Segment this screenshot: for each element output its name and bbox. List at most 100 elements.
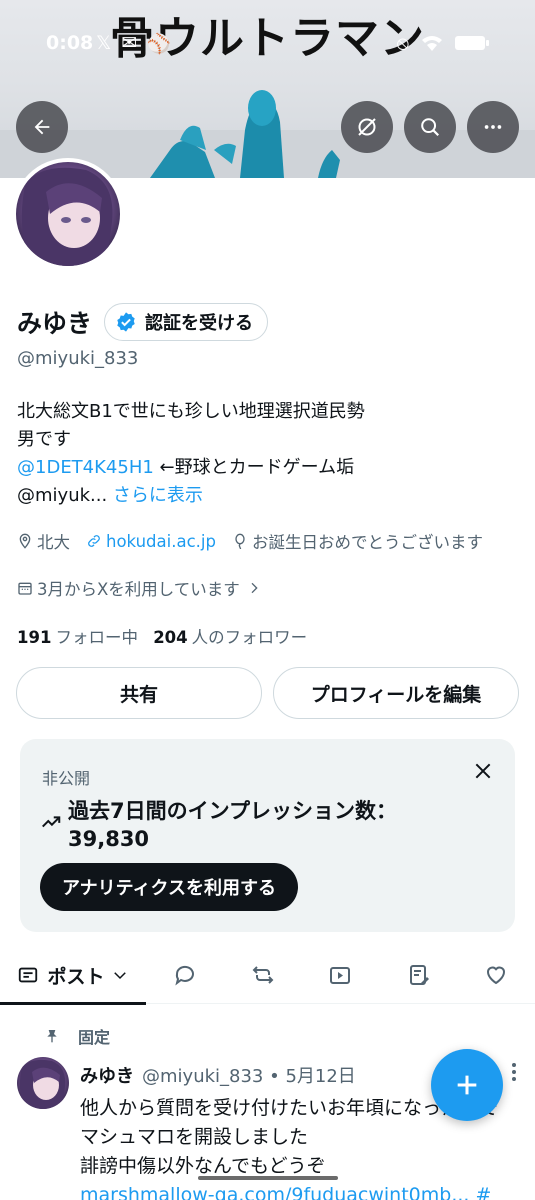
name-row: みゆき 認証を受ける xyxy=(17,303,269,341)
pinned-label: 固定 xyxy=(78,1028,111,1047)
status-notification-icons: 𝕏 ✉ ⚾ xyxy=(96,32,171,55)
get-verified-label: 認証を受ける xyxy=(145,313,254,334)
post-link[interactable]: marshmallow-qa.com/9fuduacwint0mb... # xyxy=(80,1181,520,1200)
birthday-text: お誕生日おめでとうございます xyxy=(251,533,483,552)
close-icon xyxy=(475,763,491,779)
profile-banner[interactable]: 骨ウルトラマン 0:08 𝕏 ✉ ⚾ ⦸ xyxy=(0,0,535,178)
bio-line-1: 北大総文B1で世にも珍しい地理選択道民勢 xyxy=(17,401,365,422)
impressions-summary: 過去7日間のインプレッション数： 39,830 xyxy=(68,797,488,853)
tab-likes[interactable] xyxy=(469,946,523,1004)
chevron-down-icon xyxy=(113,972,126,980)
profile-tabs: ポスト xyxy=(0,946,535,1005)
pinned-indicator: 固定 xyxy=(44,1024,110,1048)
edit-profile-button[interactable]: プロフィールを編集 xyxy=(273,667,519,719)
joined-text: 3月からXを利用しています xyxy=(37,580,240,599)
mail-icon: ✉ xyxy=(121,32,138,54)
repost-icon xyxy=(252,966,274,984)
baseball-icon: ⚾ xyxy=(147,33,171,55)
calendar-icon xyxy=(18,582,32,595)
back-button[interactable] xyxy=(16,101,68,153)
share-button[interactable]: 共有 xyxy=(16,667,262,719)
post-author-avatar[interactable] xyxy=(17,1057,69,1109)
post-author-name[interactable]: みゆき xyxy=(80,1062,134,1088)
avatar-illustration xyxy=(21,167,113,266)
birthday: お誕生日おめでとうございます xyxy=(232,529,483,553)
following-count: 191 xyxy=(17,628,52,647)
balloon-icon xyxy=(235,533,245,549)
display-name: みゆき xyxy=(17,309,93,338)
mute-icon: ⦸ xyxy=(396,32,409,54)
bio-line-4: @miyuk... さらに表示 xyxy=(17,482,517,510)
chevron-right-icon xyxy=(251,582,258,594)
show-more-link[interactable]: さらに表示 xyxy=(113,485,203,506)
post-header: みゆき @miyuki_833 • 5月12日 xyxy=(80,1062,356,1088)
get-verified-button[interactable]: 認証を受ける xyxy=(104,303,269,341)
more-vertical-icon xyxy=(512,1063,516,1081)
profile-handle: @miyuki_833 xyxy=(17,348,139,369)
followers-count: 204 xyxy=(153,628,188,647)
bio-truncated-text: @miyuk... xyxy=(17,485,113,506)
post-line-2: マシュマロを開設しました xyxy=(80,1126,309,1148)
bio-line-2: 男です xyxy=(17,429,71,450)
tab-media[interactable] xyxy=(313,946,367,1004)
impressions-value: 39,830 xyxy=(68,827,150,851)
battery-icon xyxy=(455,36,489,50)
tab-articles[interactable] xyxy=(392,946,446,1004)
status-system-icons: ⦸ xyxy=(397,32,489,54)
followers-label: 人のフォロワー xyxy=(191,628,308,647)
analytics-card: 非公開 過去7日間のインプレッション数： 39,830 アナリティクスを利用する xyxy=(20,739,515,932)
private-label: 非公開 xyxy=(42,769,91,788)
active-tab-indicator xyxy=(0,1002,146,1005)
bio-mention-link[interactable]: @1DET4K45H1 xyxy=(17,457,154,478)
reply-bubble-icon xyxy=(175,965,194,986)
post-more-button[interactable] xyxy=(511,1062,517,1086)
tab-reposts[interactable] xyxy=(236,946,290,1004)
home-indicator[interactable] xyxy=(198,1176,338,1180)
tab-replies[interactable] xyxy=(158,946,212,1004)
compose-post-button[interactable] xyxy=(431,1049,503,1121)
more-options-button[interactable] xyxy=(467,101,519,153)
edit-profile-label: プロフィールを編集 xyxy=(310,683,482,706)
close-card-button[interactable] xyxy=(473,761,493,785)
location-text: 北大 xyxy=(37,533,70,552)
website-link[interactable]: hokudai.ac.jp xyxy=(106,532,216,551)
tab-posts-label: ポスト xyxy=(47,965,105,988)
video-play-icon xyxy=(330,967,350,984)
tab-posts[interactable]: ポスト xyxy=(0,946,146,1005)
article-edit-icon xyxy=(410,965,429,985)
grok-button[interactable] xyxy=(341,101,393,153)
followers-link[interactable]: 204 人のフォロワー xyxy=(153,628,307,647)
heart-icon xyxy=(486,966,506,985)
profile-avatar[interactable] xyxy=(12,158,124,270)
location-pin-icon xyxy=(19,533,31,549)
x-app-icon: 𝕏 xyxy=(96,32,112,54)
status-time: 0:08 xyxy=(46,32,94,54)
bio-line-3-text: ←野球とカードゲーム垢 xyxy=(153,457,355,478)
post-avatar-illustration xyxy=(19,1059,66,1109)
verified-badge-icon xyxy=(117,312,135,332)
share-label: 共有 xyxy=(119,683,158,706)
joined-date[interactable]: 3月からXを利用しています xyxy=(17,576,266,600)
timeline-icon xyxy=(19,967,38,983)
plus-icon xyxy=(457,1075,477,1095)
search-icon xyxy=(421,118,440,137)
wifi-icon xyxy=(422,36,442,51)
profile-bio: 北大総文B1で世にも珍しい地理選択道民勢 男です @1DET4K45H1 ←野球… xyxy=(17,398,517,510)
profile-meta: 北大 hokudai.ac.jp お誕生日おめでとうございます xyxy=(17,529,499,553)
use-analytics-label: アナリティクスを利用する xyxy=(62,878,277,899)
impressions-label: 過去7日間のインプレッション数： xyxy=(68,799,397,823)
trending-up-icon xyxy=(42,816,61,828)
arrow-left-icon xyxy=(34,119,50,135)
post-line-1-text: 他人から質問を受け付けたいお年頃にな xyxy=(80,1097,423,1119)
website: hokudai.ac.jp xyxy=(86,532,216,551)
location: 北大 xyxy=(17,529,70,553)
follow-stats: 191 フォロー中 204 人のフォロワー xyxy=(17,624,307,648)
post-meta: @miyuki_833 • 5月12日 xyxy=(142,1066,356,1087)
use-analytics-button[interactable]: アナリティクスを利用する xyxy=(40,863,299,911)
more-horizontal-icon xyxy=(484,125,502,129)
search-button[interactable] xyxy=(404,101,456,153)
following-link[interactable]: 191 フォロー中 xyxy=(17,628,138,647)
pin-icon xyxy=(47,1030,57,1043)
bio-line-3: @1DET4K45H1 ←野球とカードゲーム垢 xyxy=(17,454,517,482)
grok-slash-circle-icon xyxy=(358,118,376,136)
